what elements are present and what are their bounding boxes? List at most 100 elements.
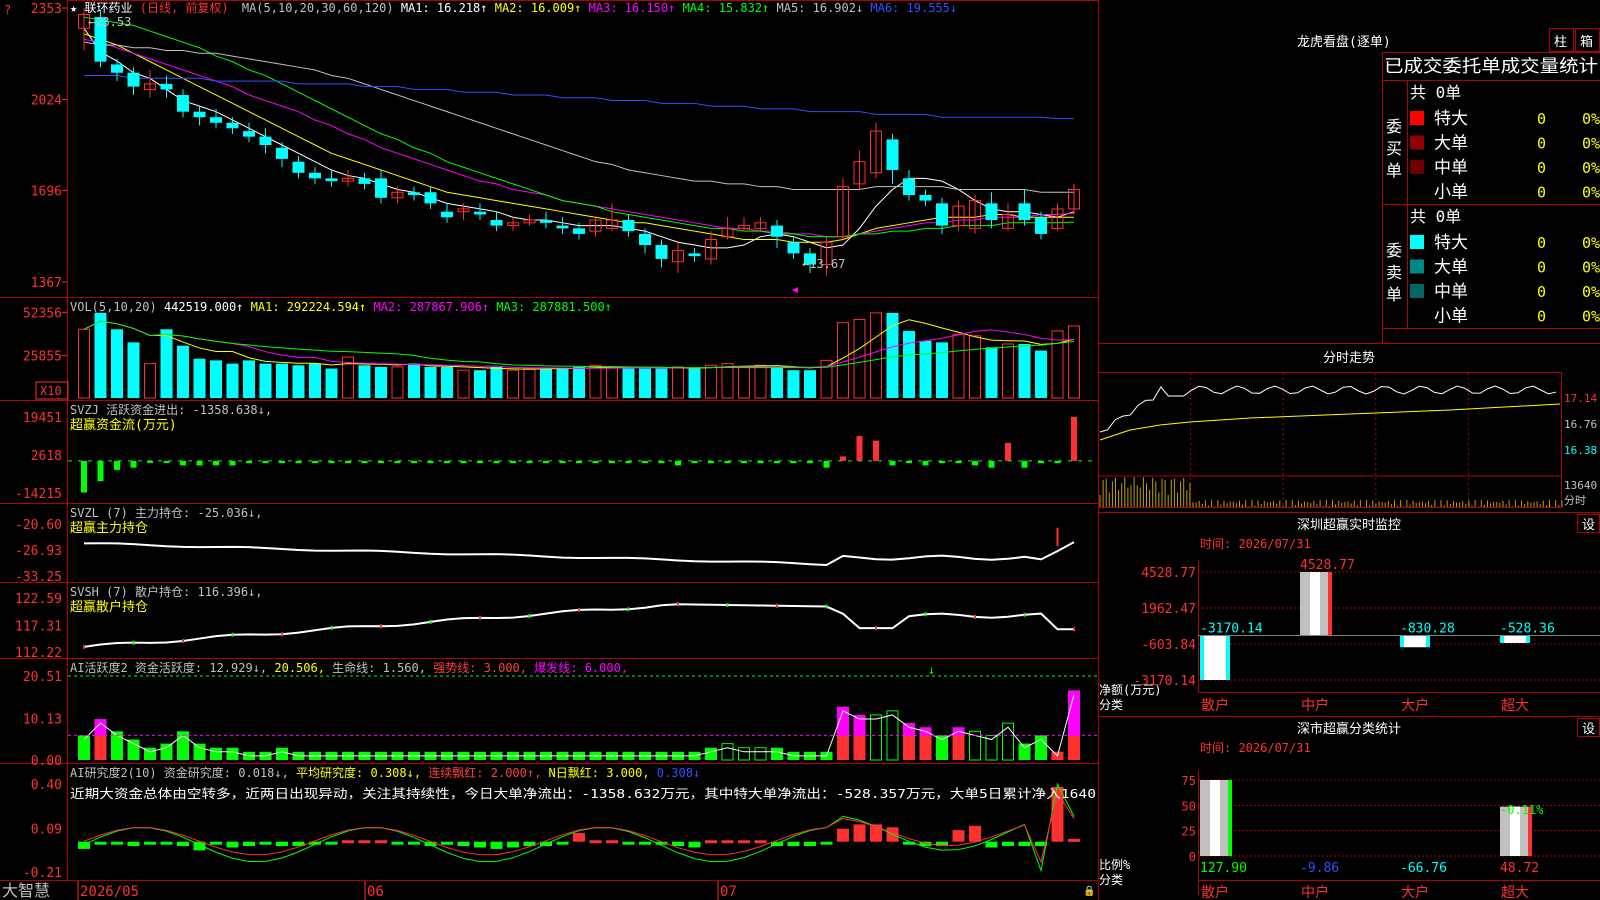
ai-activity-header: AI活跃度2 资金活跃度: 12.929↓, 20.506, 生命线: 1.56…	[70, 660, 628, 675]
position-tick	[825, 604, 828, 609]
monitor-title: 深圳超赢实时监控	[1297, 517, 1401, 533]
restore-icon[interactable]: ?	[4, 3, 11, 17]
classify-value: -9.86	[1300, 861, 1339, 876]
monitor-tick: -603.84	[1141, 638, 1196, 653]
candle	[177, 94, 189, 112]
ai2-tick: -0.21	[23, 866, 62, 881]
vol-legend-item: MA3: 287881.500↑	[489, 300, 612, 314]
classify-tick: 25	[1182, 825, 1196, 839]
svg-text:柱: 柱	[1554, 35, 1567, 50]
candle	[787, 242, 800, 254]
swatch	[1410, 135, 1424, 150]
row-count: 0	[1537, 135, 1546, 153]
volume-bar	[276, 363, 288, 398]
research-bar	[688, 841, 701, 848]
research-bar	[738, 840, 750, 844]
research-bar	[325, 841, 338, 845]
candle	[160, 83, 173, 90]
volume-bar	[1035, 350, 1047, 398]
ma-legend-item: MA3: 16.150↑	[581, 1, 675, 15]
flow-bar	[312, 460, 318, 464]
bar-highlight	[1204, 635, 1226, 680]
candle	[540, 220, 552, 223]
price-header: ★ 联环药业 (日线, 前复权) MA(5,10,20,30,60,120) M…	[70, 0, 957, 15]
vol-scale: X10	[40, 384, 62, 398]
ai1-tick: 20.51	[23, 670, 62, 685]
flow-bar	[97, 460, 104, 482]
flow-bar	[1071, 416, 1077, 461]
volume-bar	[210, 360, 222, 398]
research-bar	[457, 841, 470, 847]
volume-bar	[408, 363, 420, 398]
position-tick	[528, 614, 531, 619]
activity-bar	[705, 747, 717, 760]
flow-bar	[988, 460, 995, 468]
signal-arrow: ↓	[928, 663, 935, 677]
vol-legend-item: MA2: 287867.906↑	[366, 300, 489, 314]
bar-edge	[1328, 572, 1332, 636]
research-bar	[94, 841, 107, 845]
high-price-label: ←23.53	[88, 15, 131, 29]
flow-bar	[196, 460, 203, 466]
row-name: 大单	[1434, 258, 1468, 278]
candle	[210, 117, 222, 123]
ai-comment: 近期大资金总体由空转多，近两日出现异动，关注其持续性，今日大单净流出：-1358…	[70, 786, 1096, 801]
vol-legend-item: 442519.000↑	[164, 300, 243, 314]
sell-label: 委	[1386, 241, 1402, 260]
research-bar	[672, 841, 684, 847]
svzj-tick: 2618	[31, 449, 62, 464]
research-bar	[375, 840, 387, 844]
research-bar	[474, 841, 486, 848]
price-tick: 2024	[31, 93, 62, 108]
row-count: 0	[1537, 259, 1546, 277]
swatch	[1410, 308, 1424, 323]
research-bar	[507, 841, 519, 848]
ma-legend-item: MA4: 15.832↑	[675, 1, 769, 15]
row-name: 特大	[1434, 233, 1468, 253]
bar-value: -528.36	[1500, 622, 1555, 637]
activity-bar	[127, 739, 140, 760]
candle	[226, 122, 239, 129]
flow-bar	[81, 460, 87, 493]
research-bar	[804, 841, 816, 847]
swatch	[1410, 235, 1424, 249]
activity-bar-base	[919, 735, 932, 760]
volume-bar	[375, 366, 387, 398]
activity-bar-base	[837, 735, 849, 760]
ai-research-header: AI研究度2(10) 资金研究度: 0.018↓, 平均研究度: 0.308↓,…	[70, 765, 700, 780]
candle	[985, 203, 998, 221]
row-pct: 0%	[1582, 283, 1600, 301]
period-label[interactable]: (日线, 前复权)	[140, 0, 229, 15]
research-bar	[358, 840, 371, 844]
bar-highlight	[1310, 572, 1320, 636]
position-tick	[281, 632, 283, 637]
position-tick	[677, 602, 679, 607]
candle	[1018, 203, 1031, 221]
ai-activity-part: AI活跃度2 资金活跃度: 12.929↓,	[70, 660, 267, 675]
row-count: 0	[1537, 110, 1546, 128]
position-tick	[479, 615, 481, 620]
flow-bar	[592, 460, 599, 464]
monitor-tick: 1962.47	[1141, 602, 1196, 617]
volume-bar	[490, 366, 503, 398]
research-bar	[342, 840, 354, 844]
bar-highlight	[1404, 635, 1426, 648]
sell-total: 共 0单	[1410, 207, 1461, 226]
flow-bar	[856, 436, 863, 461]
longhu-title: 龙虎看盘(逐单)	[1297, 34, 1391, 50]
classify-value: 48.72	[1500, 861, 1539, 876]
svzl-tick: -33.25	[15, 570, 62, 585]
research-bar	[985, 841, 998, 848]
flow-bar	[1021, 460, 1028, 468]
candle	[688, 253, 701, 257]
classify-tick: 50	[1182, 799, 1196, 813]
svg-text:设: 设	[1582, 518, 1595, 533]
star-icon[interactable]: ★	[70, 1, 77, 15]
row-pct: 0%	[1582, 110, 1600, 128]
activity-bar	[210, 747, 222, 760]
row-count: 0	[1537, 283, 1546, 301]
lock-icon[interactable]: 🔒	[1083, 885, 1095, 897]
date-label: 07	[720, 884, 737, 900]
activity-bar-base	[853, 735, 866, 760]
research-bar	[391, 841, 404, 845]
